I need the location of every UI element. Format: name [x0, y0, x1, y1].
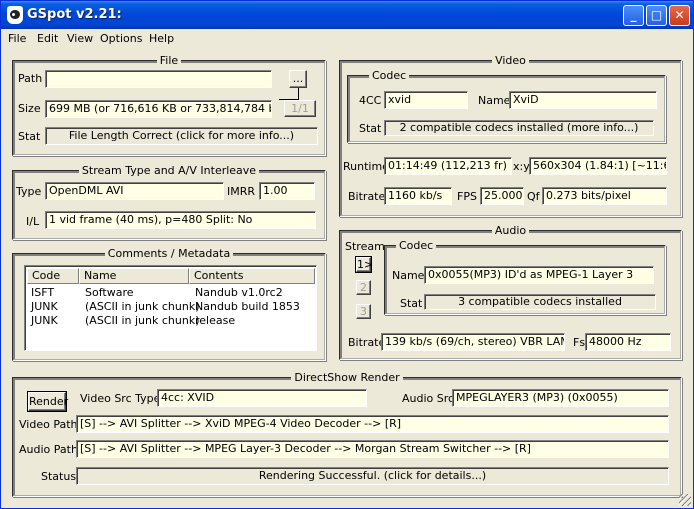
minimize-icon: _ — [630, 8, 637, 22]
list-item[interactable]: ISFT Software Nandub v1.0rc2 — [27, 286, 313, 300]
audio-name-field: 0x0055(MP3) ID'd as MPEG-1 Layer 3 — [424, 266, 654, 284]
audio-path-field: [S] --> AVI Splitter --> MPEG Layer-3 De… — [76, 440, 669, 458]
type-label: Type — [16, 185, 42, 198]
directshow-group-title: DirectShow Render — [291, 371, 403, 384]
column-header-contents[interactable]: Contents — [189, 268, 315, 284]
audio-codec-group: Codec Name 0x0055(MP3) ID'd as MPEG-1 La… — [384, 239, 666, 315]
fourcc-field: xvid — [384, 91, 468, 109]
imrr-label: IMRR — [227, 185, 256, 198]
xy-field: 560x304 (1.84:1) [~11:6] — [529, 157, 667, 175]
audio-group: Audio Stream 1> 2 3 Codec Name 0x0055(MP… — [339, 224, 682, 360]
stream-1-button[interactable]: 1> — [355, 256, 373, 273]
resize-grip[interactable] — [679, 494, 691, 506]
render-button[interactable]: Render — [27, 391, 68, 412]
file-stat-label: Stat — [18, 130, 41, 143]
menu-options[interactable]: Options — [100, 32, 142, 45]
video-codec-group: Codec 4CC xvid Name XviD Stat 2 compatib… — [347, 69, 666, 143]
path-field[interactable] — [45, 70, 272, 88]
path-label: Path — [18, 72, 43, 85]
stream-type-group: Stream Type and A/V Interleave Type Open… — [12, 164, 326, 240]
page-indicator-button[interactable]: 1/1 — [284, 100, 316, 117]
size-field: 699 MB (or 716,616 KB or 733,814,784 byt… — [45, 100, 272, 118]
video-src-type-field: 4cc: XVID — [157, 389, 367, 407]
app-icon — [7, 6, 23, 24]
video-src-type-label: Video Src Type — [80, 392, 161, 405]
qf-field: 0.273 bits/pixel — [542, 187, 667, 205]
file-stat-button[interactable]: File Length Correct (click for more info… — [45, 127, 318, 145]
list-item[interactable]: JUNK (ASCII in junk chunk) release — [27, 314, 313, 328]
comments-group: Comments / Metadata Code Name Contents I… — [12, 247, 326, 361]
audio-bitrate-field: 139 kb/s (69/ch, stereo) VBR LAME3 — [381, 333, 565, 351]
video-codec-title: Codec — [369, 69, 410, 82]
video-group: Video Codec 4CC xvid Name XviD Stat 2 co… — [339, 54, 682, 217]
menu-view[interactable]: View — [67, 32, 93, 45]
fs-label: Fs — [573, 336, 586, 349]
il-label: I/L — [26, 215, 40, 228]
close-icon: ✕ — [674, 8, 685, 22]
title-bar[interactable]: GSpot v2.21: _ □ ✕ — [1, 1, 693, 29]
menu-help[interactable]: Help — [149, 32, 174, 45]
audio-path-label: Audio Path — [19, 443, 78, 456]
audio-src-field: MPEGLAYER3 (MP3) (0x0055) — [452, 389, 669, 407]
status-label: Status — [41, 470, 77, 483]
il-field: 1 vid frame (40 ms), p=480 Split: No — [45, 211, 316, 229]
status-button[interactable]: Rendering Successful. (click for details… — [76, 467, 669, 485]
stream-3-button[interactable]: 3 — [356, 304, 371, 319]
window-title: GSpot v2.21: — [27, 7, 122, 22]
video-group-title: Video — [492, 54, 529, 67]
stream-type-group-title: Stream Type and A/V Interleave — [78, 164, 260, 177]
fourcc-label: 4CC — [359, 94, 382, 107]
imrr-field: 1.00 — [259, 182, 315, 200]
audio-bitrate-label: Bitrate — [348, 336, 386, 349]
video-name-field: XviD — [509, 91, 657, 109]
video-path-field: [S] --> AVI Splitter --> XviD MPEG-4 Vid… — [76, 415, 669, 433]
maximize-button[interactable]: □ — [646, 5, 667, 26]
audio-stat-label: Stat — [400, 297, 423, 310]
video-bitrate-field: 1160 kb/s — [384, 187, 452, 205]
fps-label: FPS — [457, 190, 477, 203]
close-button[interactable]: ✕ — [669, 5, 690, 26]
menu-file[interactable]: File — [8, 32, 26, 45]
directshow-group: DirectShow Render Render Video Src Type … — [12, 371, 682, 497]
video-name-label: Name — [478, 94, 511, 107]
column-header-name[interactable]: Name — [79, 268, 189, 284]
audio-src-label: Audio Src — [402, 392, 455, 405]
fps-field: 25.000 — [480, 187, 524, 205]
video-path-label: Video Path — [19, 418, 78, 431]
video-bitrate-label: Bitrate — [348, 190, 386, 203]
video-stat-label: Stat — [359, 122, 382, 135]
file-group: File Path ... Size 699 MB (or 716,616 KB… — [12, 54, 326, 156]
list-item[interactable]: JUNK (ASCII in junk chunk) Nandub build … — [27, 300, 313, 314]
comments-list[interactable]: Code Name Contents ISFT Software Nandub … — [24, 265, 317, 351]
menu-edit[interactable]: Edit — [37, 32, 58, 45]
runtime-field: 01:14:49 (112,213 fr) — [384, 157, 512, 175]
gspot-window: GSpot v2.21: _ □ ✕ File Edit View Option… — [0, 0, 694, 509]
path-connector — [279, 88, 299, 100]
audio-codec-title: Codec — [396, 239, 437, 252]
runtime-label: Runtime — [343, 160, 389, 173]
comments-group-title: Comments / Metadata — [104, 247, 234, 260]
video-stat-button[interactable]: 2 compatible codecs installed (more info… — [384, 120, 654, 136]
qf-label: Qf — [527, 190, 540, 203]
browse-button[interactable]: ... — [289, 70, 307, 88]
audio-stat-button[interactable]: 3 compatible codecs installed — [424, 294, 656, 310]
file-group-title: File — [156, 54, 182, 67]
audio-name-label: Name — [392, 269, 425, 282]
xy-label: x:y — [513, 160, 530, 173]
fs-field: 48000 Hz — [585, 333, 671, 351]
maximize-icon: □ — [650, 8, 663, 22]
size-label: Size — [18, 102, 41, 115]
column-header-code[interactable]: Code — [27, 268, 79, 284]
stream-label: Stream — [345, 240, 385, 253]
type-field: OpenDML AVI — [45, 182, 224, 200]
menu-bar: File Edit View Options Help — [1, 29, 693, 48]
stream-2-button[interactable]: 2 — [356, 280, 371, 295]
audio-group-title: Audio — [491, 224, 530, 237]
minimize-button[interactable]: _ — [623, 5, 644, 26]
